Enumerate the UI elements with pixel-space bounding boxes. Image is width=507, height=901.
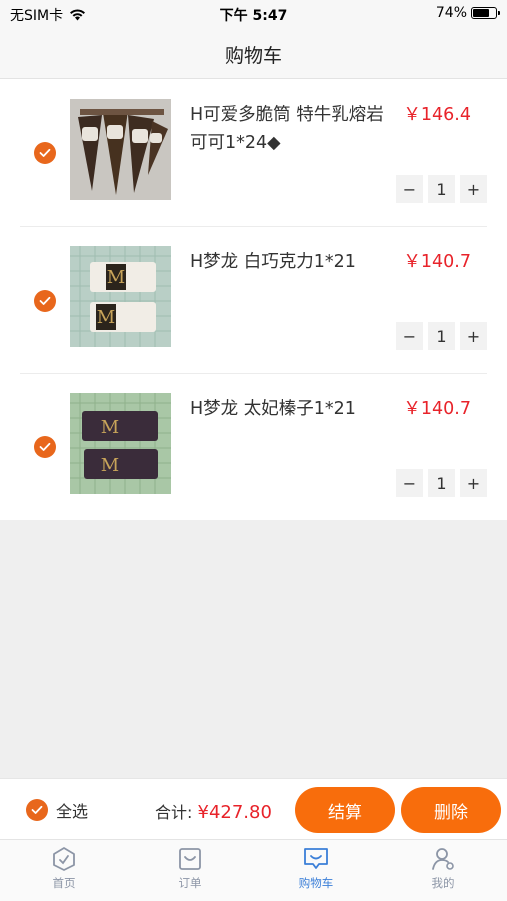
status-bar: 无SIM卡 下午 5:47 74% [0,0,507,28]
cart-item: H可爱多脆筒 特牛乳熔岩 可可1*24◆ ￥146.4 − 1 + [0,79,507,226]
checkout-button[interactable]: 结算 [295,787,395,833]
battery-icon [471,7,500,19]
total-amount: ¥427.80 [197,802,272,823]
quantity-stepper: − 1 + [396,322,487,350]
select-all-label: 全选 [56,802,89,821]
increase-button[interactable]: + [460,469,487,497]
item-name[interactable]: H可爱多脆筒 特牛乳熔岩 可可1*24◆ [190,101,395,157]
product-image-magnum-hazelnut[interactable]: M M [70,393,171,494]
page-title: 购物车 [224,45,282,67]
increase-button[interactable]: + [460,322,487,350]
tab-orders[interactable]: 订单 [140,846,240,891]
svg-text:M: M [107,267,125,288]
quantity-stepper: − 1 + [396,469,487,497]
select-all-toggle[interactable]: 全选 [26,798,88,822]
battery-fill [473,9,489,17]
check-icon [39,148,51,157]
tab-profile[interactable]: 我的 [393,846,493,891]
item-checkbox[interactable] [34,436,56,458]
quantity-value[interactable]: 1 [428,322,455,350]
cart-icon [304,848,328,869]
svg-text:M: M [101,455,119,476]
check-icon [31,805,43,814]
item-name[interactable]: H梦龙 白巧克力1*21 [190,248,395,276]
tab-label: 首页 [52,876,76,890]
nav-bar: 购物车 [0,28,507,79]
tab-bar: 首页 订单 购物车 我的 [0,839,507,901]
cart-item: M M H梦龙 白巧克力1*21 ￥140.7 − 1 + [0,226,507,373]
total: 合计: ¥427.80 [155,799,272,823]
item-checkbox[interactable] [34,142,56,164]
tab-label: 购物车 [298,876,334,890]
tab-label: 订单 [178,876,202,890]
select-all-checkbox[interactable] [26,799,48,821]
item-price: ￥140.7 [403,252,471,272]
decrease-button[interactable]: − [396,322,423,350]
svg-text:M: M [97,307,115,328]
home-icon [53,847,75,871]
decrease-button[interactable]: − [396,175,423,203]
quantity-stepper: − 1 + [396,175,487,203]
increase-button[interactable]: + [460,175,487,203]
status-right: 74% [435,5,500,21]
battery-percent: 74% [435,5,467,21]
tab-cart[interactable]: 购物车 [266,846,366,891]
item-checkbox[interactable] [34,290,56,312]
checkout-bar: 全选 合计: ¥427.80 结算 删除 [0,778,507,840]
quantity-value[interactable]: 1 [428,469,455,497]
tab-label: 我的 [431,876,455,890]
product-image-cone[interactable] [70,99,171,200]
product-image-magnum-white[interactable]: M M [70,246,171,347]
svg-text:M: M [101,417,119,438]
profile-icon [432,848,454,870]
decrease-button[interactable]: − [396,469,423,497]
item-name[interactable]: H梦龙 太妃榛子1*21 [190,395,395,423]
cart-list: H可爱多脆筒 特牛乳熔岩 可可1*24◆ ￥146.4 − 1 + M M H梦… [0,79,507,520]
total-label: 合计: [155,803,193,822]
order-icon [179,848,201,870]
item-price: ￥140.7 [403,399,471,419]
item-price: ￥146.4 [403,105,471,125]
status-time: 下午 5:47 [219,8,288,24]
tab-home[interactable]: 首页 [14,846,114,891]
quantity-value[interactable]: 1 [428,175,455,203]
cart-item: M M H梦龙 太妃榛子1*21 ￥140.7 − 1 + [0,373,507,520]
delete-button[interactable]: 删除 [401,787,501,833]
check-icon [39,296,51,305]
check-icon [39,442,51,451]
